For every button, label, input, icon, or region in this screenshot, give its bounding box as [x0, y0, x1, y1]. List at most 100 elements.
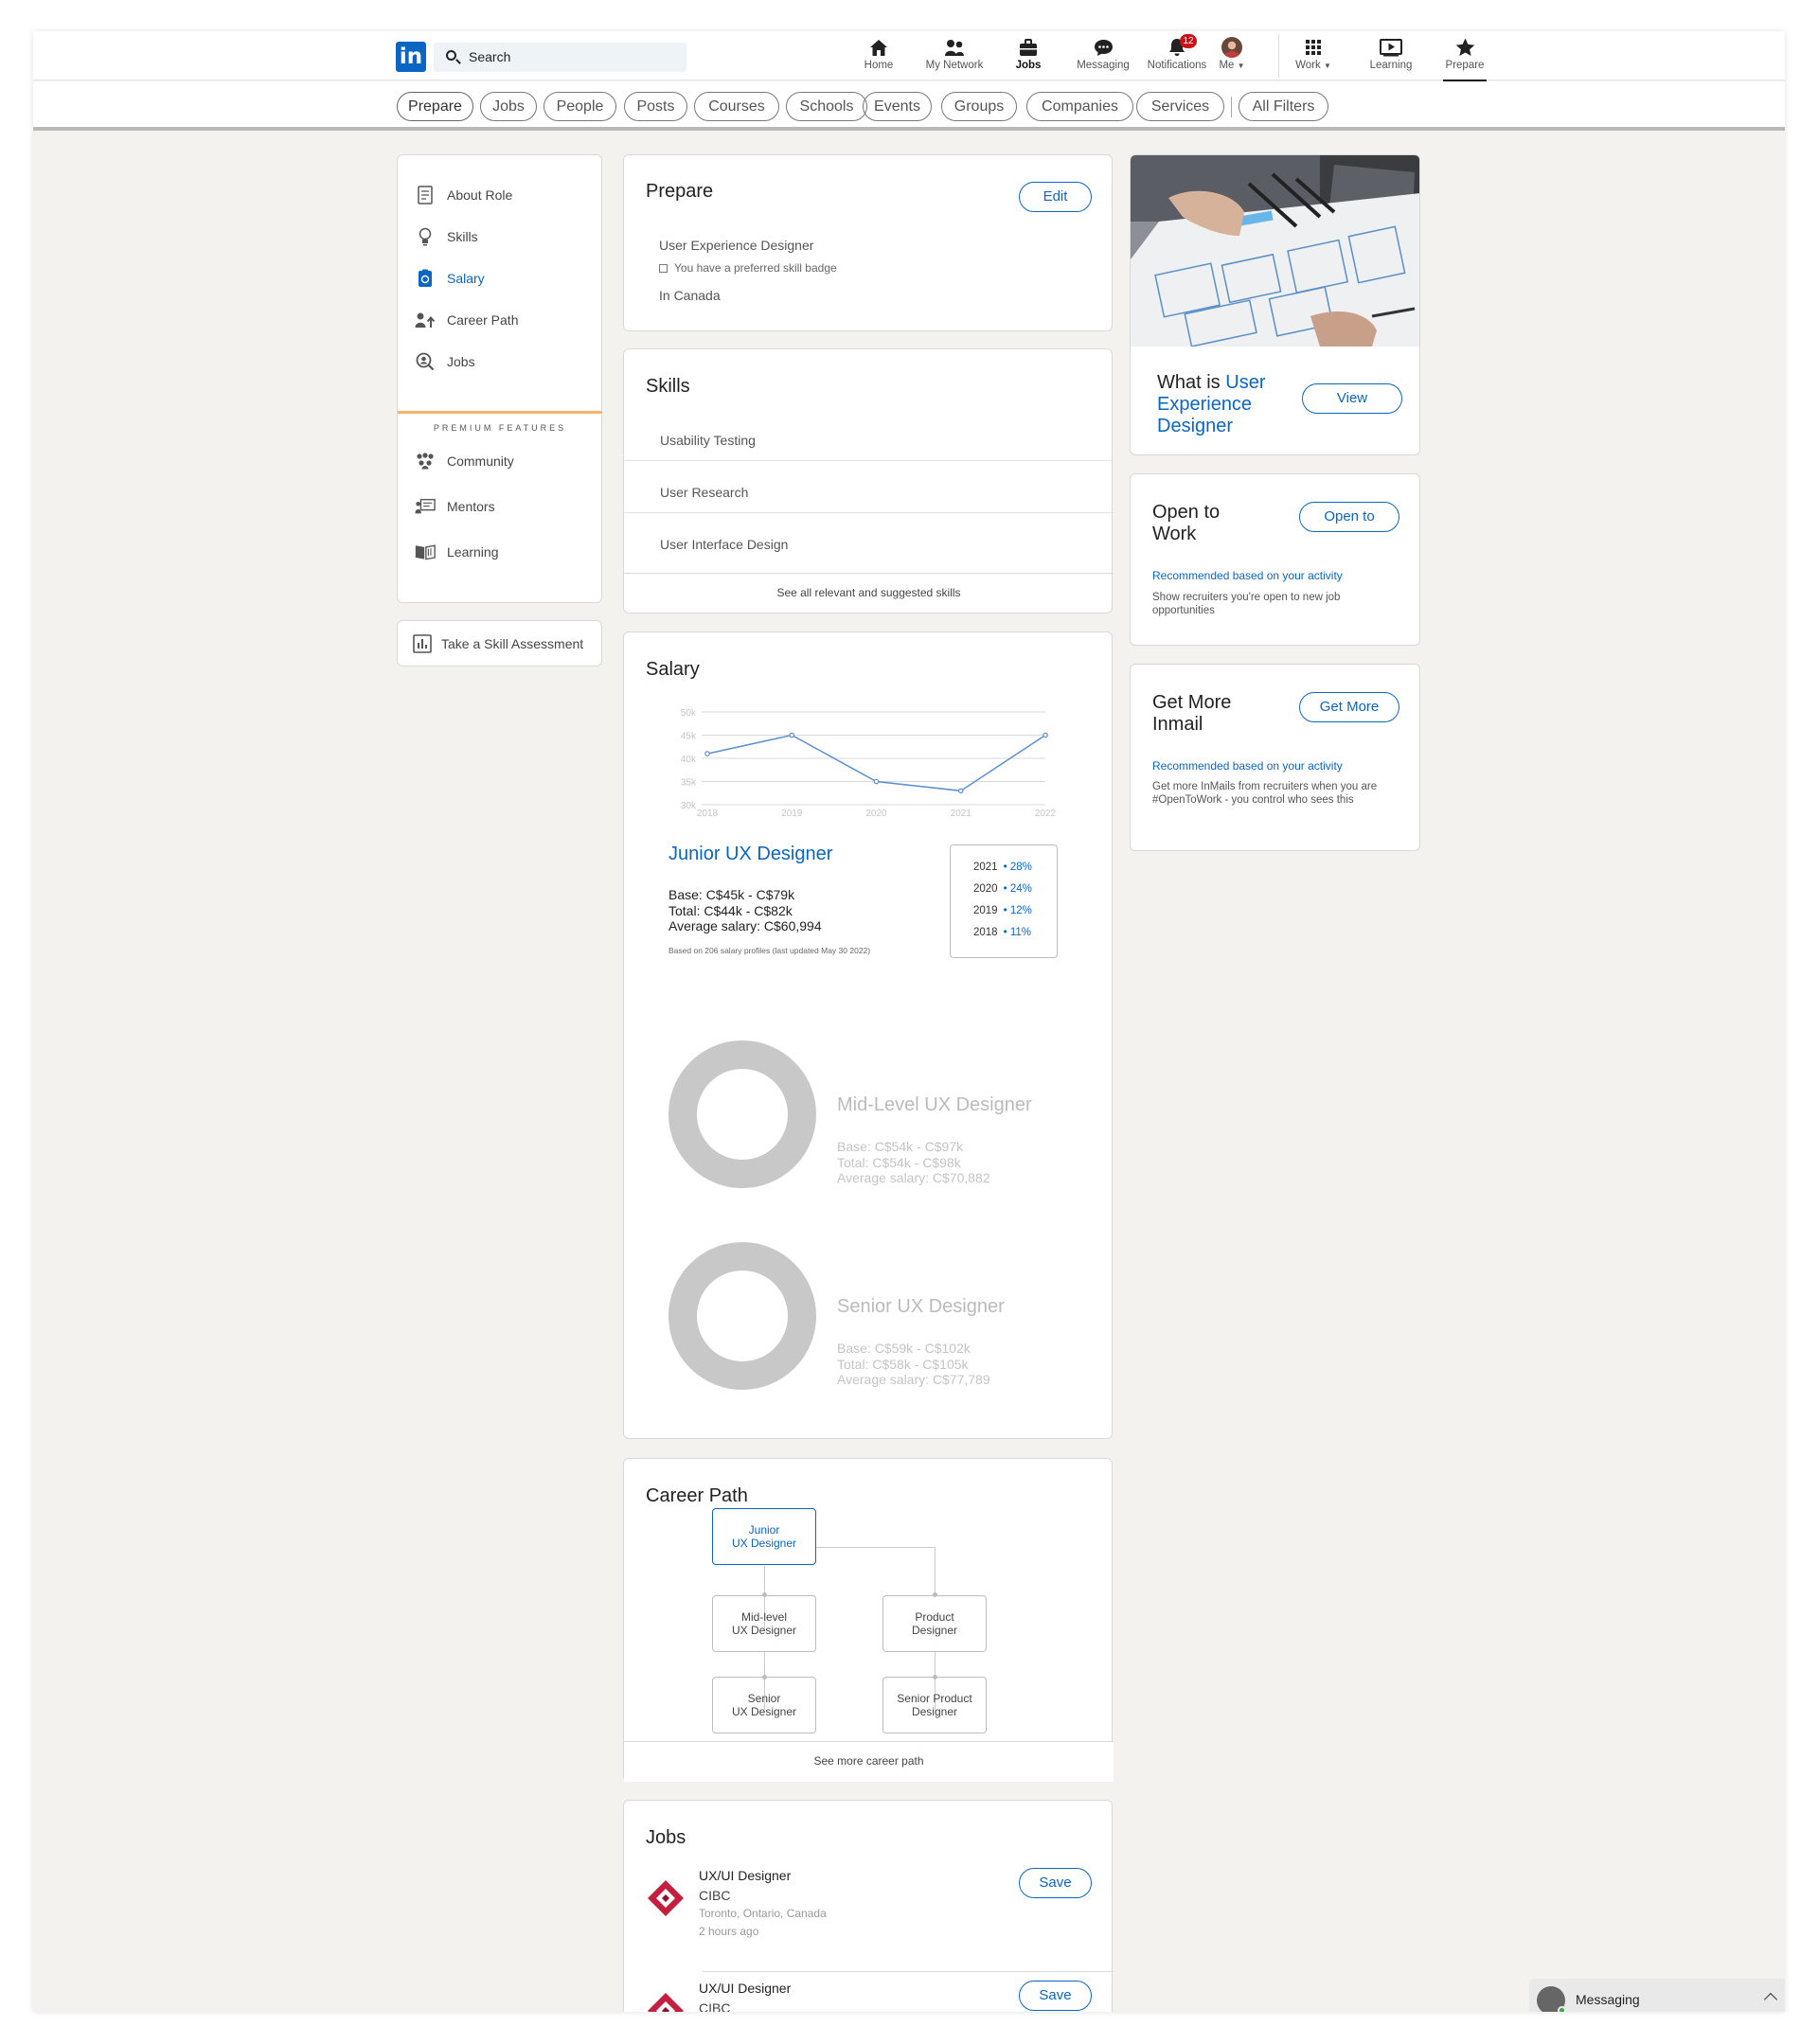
junior-total: Total: C$44k - C$82k: [668, 902, 793, 918]
legend-pct: 11%: [1009, 927, 1031, 938]
nav-work[interactable]: Work ▼: [1281, 37, 1346, 71]
search-box[interactable]: Search: [434, 43, 686, 72]
career-path-title: Career Path: [646, 1485, 748, 1506]
legend-year: 2020: [973, 883, 998, 895]
get-more-inmail-title: Get More Inmail: [1152, 692, 1232, 735]
nav-network[interactable]: My Network: [917, 37, 992, 71]
nav-prepare[interactable]: Prepare: [1427, 37, 1503, 81]
filter-services[interactable]: Services: [1136, 92, 1224, 121]
premium-divider: [398, 411, 602, 414]
junior-salary-title[interactable]: Junior UX Designer: [668, 844, 832, 865]
career-node-junior[interactable]: Junior UX Designer: [712, 1508, 816, 1565]
nav-messaging[interactable]: Messaging: [1065, 37, 1141, 71]
prepare-location: In Canada: [659, 288, 721, 303]
filter-events[interactable]: Events: [863, 92, 932, 121]
job-listing[interactable]: UX/UI Designer CIBC Save: [624, 1981, 1114, 2012]
salary-card: Salary 30k 35k 40k 45k 50k 2018 2019 2020 2021 20…: [623, 631, 1113, 1439]
sidebar-item-jobs[interactable]: Jobs: [415, 350, 475, 373]
y-tick-label: 50k: [681, 708, 697, 719]
mid-base: Base: C$54k - C$97k: [837, 1139, 964, 1154]
sidebar-item-label: Skills: [447, 229, 478, 244]
messaging-bar[interactable]: Messaging: [1529, 1979, 1785, 2012]
nav-notifications-label: Notifications: [1147, 60, 1207, 71]
sidebar-item-career-path[interactable]: Career Path: [415, 309, 518, 331]
y-tick-label: 30k: [681, 801, 697, 811]
sidebar-item-learning[interactable]: Learning: [415, 541, 499, 563]
chevron-up-icon[interactable]: [1763, 1992, 1778, 2007]
cibc-logo: [648, 1880, 684, 1916]
salary-title: Salary: [646, 659, 700, 680]
job-divider: [703, 1971, 1114, 1972]
filter-schools[interactable]: Schools: [786, 92, 867, 121]
skill-assessment-row: Take a Skill Assessment: [412, 632, 583, 655]
legend-row: 2018 • 11%: [973, 927, 1031, 938]
see-more-career-path-link[interactable]: See more career path: [624, 1741, 1114, 1782]
view-role-button[interactable]: View: [1302, 383, 1402, 414]
get-more-button[interactable]: Get More: [1299, 692, 1399, 722]
filter-posts[interactable]: Posts: [624, 92, 687, 121]
job-listing[interactable]: UX/UI Designer CIBC Toronto, Ontario, Ca…: [624, 1868, 1114, 1982]
career-node-mid[interactable]: Mid-level UX Designer: [712, 1595, 816, 1652]
filter-companies[interactable]: Companies: [1026, 92, 1133, 121]
career-node-product[interactable]: Product Designer: [882, 1595, 987, 1652]
sidebar-item-label: Career Path: [447, 312, 519, 328]
sidebar-item-community[interactable]: Community: [415, 450, 514, 472]
filter-prepare[interactable]: Prepare: [397, 92, 473, 121]
skill-assessment-button[interactable]: Take a Skill Assessment: [397, 620, 602, 667]
skill-name: Usability Testing: [660, 433, 756, 448]
career-node-senior[interactable]: Senior UX Designer: [712, 1677, 816, 1733]
filter-jobs[interactable]: Jobs: [480, 92, 537, 121]
see-all-skills-link[interactable]: See all relevant and suggested skills: [624, 573, 1114, 613]
skill-row[interactable]: Usability Testing: [624, 409, 1114, 461]
skills-title: Skills: [646, 376, 690, 397]
sidebar-item-label: Salary: [447, 271, 485, 286]
mid-average: Average salary: C$70,882: [837, 1170, 990, 1185]
nav-home[interactable]: Home: [841, 37, 917, 71]
edit-button[interactable]: Edit: [1019, 182, 1092, 212]
skill-badge-text: You have a preferred skill badge: [674, 261, 837, 275]
sidebar-item-skills[interactable]: Skills: [415, 225, 478, 248]
prepare-card: Prepare Edit User Experience Designer Yo…: [623, 154, 1113, 331]
open-to-button[interactable]: Open to: [1299, 502, 1399, 532]
senior-title[interactable]: Senior UX Designer: [837, 1296, 1005, 1318]
salary-data-point: [957, 788, 964, 794]
filter-courses[interactable]: Courses: [694, 92, 779, 121]
skill-badge-note: You have a preferred skill badge: [659, 261, 837, 275]
sidebar-item-label: About Role: [447, 187, 513, 203]
save-job-button[interactable]: Save: [1019, 1981, 1092, 2011]
briefcase-icon: [990, 37, 1066, 58]
skill-row[interactable]: User Research: [624, 461, 1114, 513]
nav-home-label: Home: [864, 60, 894, 71]
mid-level-donut: [668, 1040, 816, 1188]
mid-total: Total: C$54k - C$98k: [837, 1154, 961, 1170]
x-tick-label: 2019: [781, 809, 803, 819]
nav-learning[interactable]: Learning: [1353, 37, 1429, 71]
nav-prepare-label: Prepare: [1445, 60, 1485, 71]
job-age: 2 hours ago: [699, 1925, 759, 1938]
mid-level-title[interactable]: Mid-Level UX Designer: [837, 1094, 1032, 1116]
skill-row[interactable]: User Interface Design: [624, 513, 1114, 565]
filter-groups[interactable]: Groups: [941, 92, 1017, 121]
sidebar-item-about-role[interactable]: About Role: [415, 184, 512, 206]
job-company: CIBC: [699, 2000, 731, 2012]
skills-card: Skills Usability Testing User Research U…: [623, 348, 1114, 613]
legend-row: 2020 • 24%: [973, 883, 1032, 895]
nav-jobs[interactable]: Jobs: [990, 37, 1066, 71]
bar-chart-icon: [412, 633, 433, 654]
x-tick-label: 2018: [697, 809, 719, 819]
x-tick-label: 2021: [951, 809, 972, 819]
document-icon: [415, 185, 436, 205]
filter-people[interactable]: People: [544, 92, 616, 121]
sidebar-item-mentors[interactable]: Mentors: [415, 495, 495, 518]
inmail-recommendation: Recommended based on your activity: [1152, 759, 1343, 773]
career-node-senior-product[interactable]: Senior Product Designer: [882, 1677, 987, 1733]
save-job-button[interactable]: Save: [1019, 1868, 1092, 1898]
filter-all-filters[interactable]: All Filters: [1239, 92, 1328, 121]
sidebar-item-label: Learning: [447, 544, 499, 560]
nav-me[interactable]: Me ▼: [1203, 37, 1260, 71]
linkedin-logo[interactable]: in: [396, 42, 426, 72]
avatar: [1203, 37, 1260, 58]
senior-details: Base: C$59k - C$102k Total: C$58k - C$10…: [837, 1341, 990, 1388]
sidebar-item-salary[interactable]: Salary: [415, 267, 485, 290]
career-connector: [816, 1547, 868, 1548]
